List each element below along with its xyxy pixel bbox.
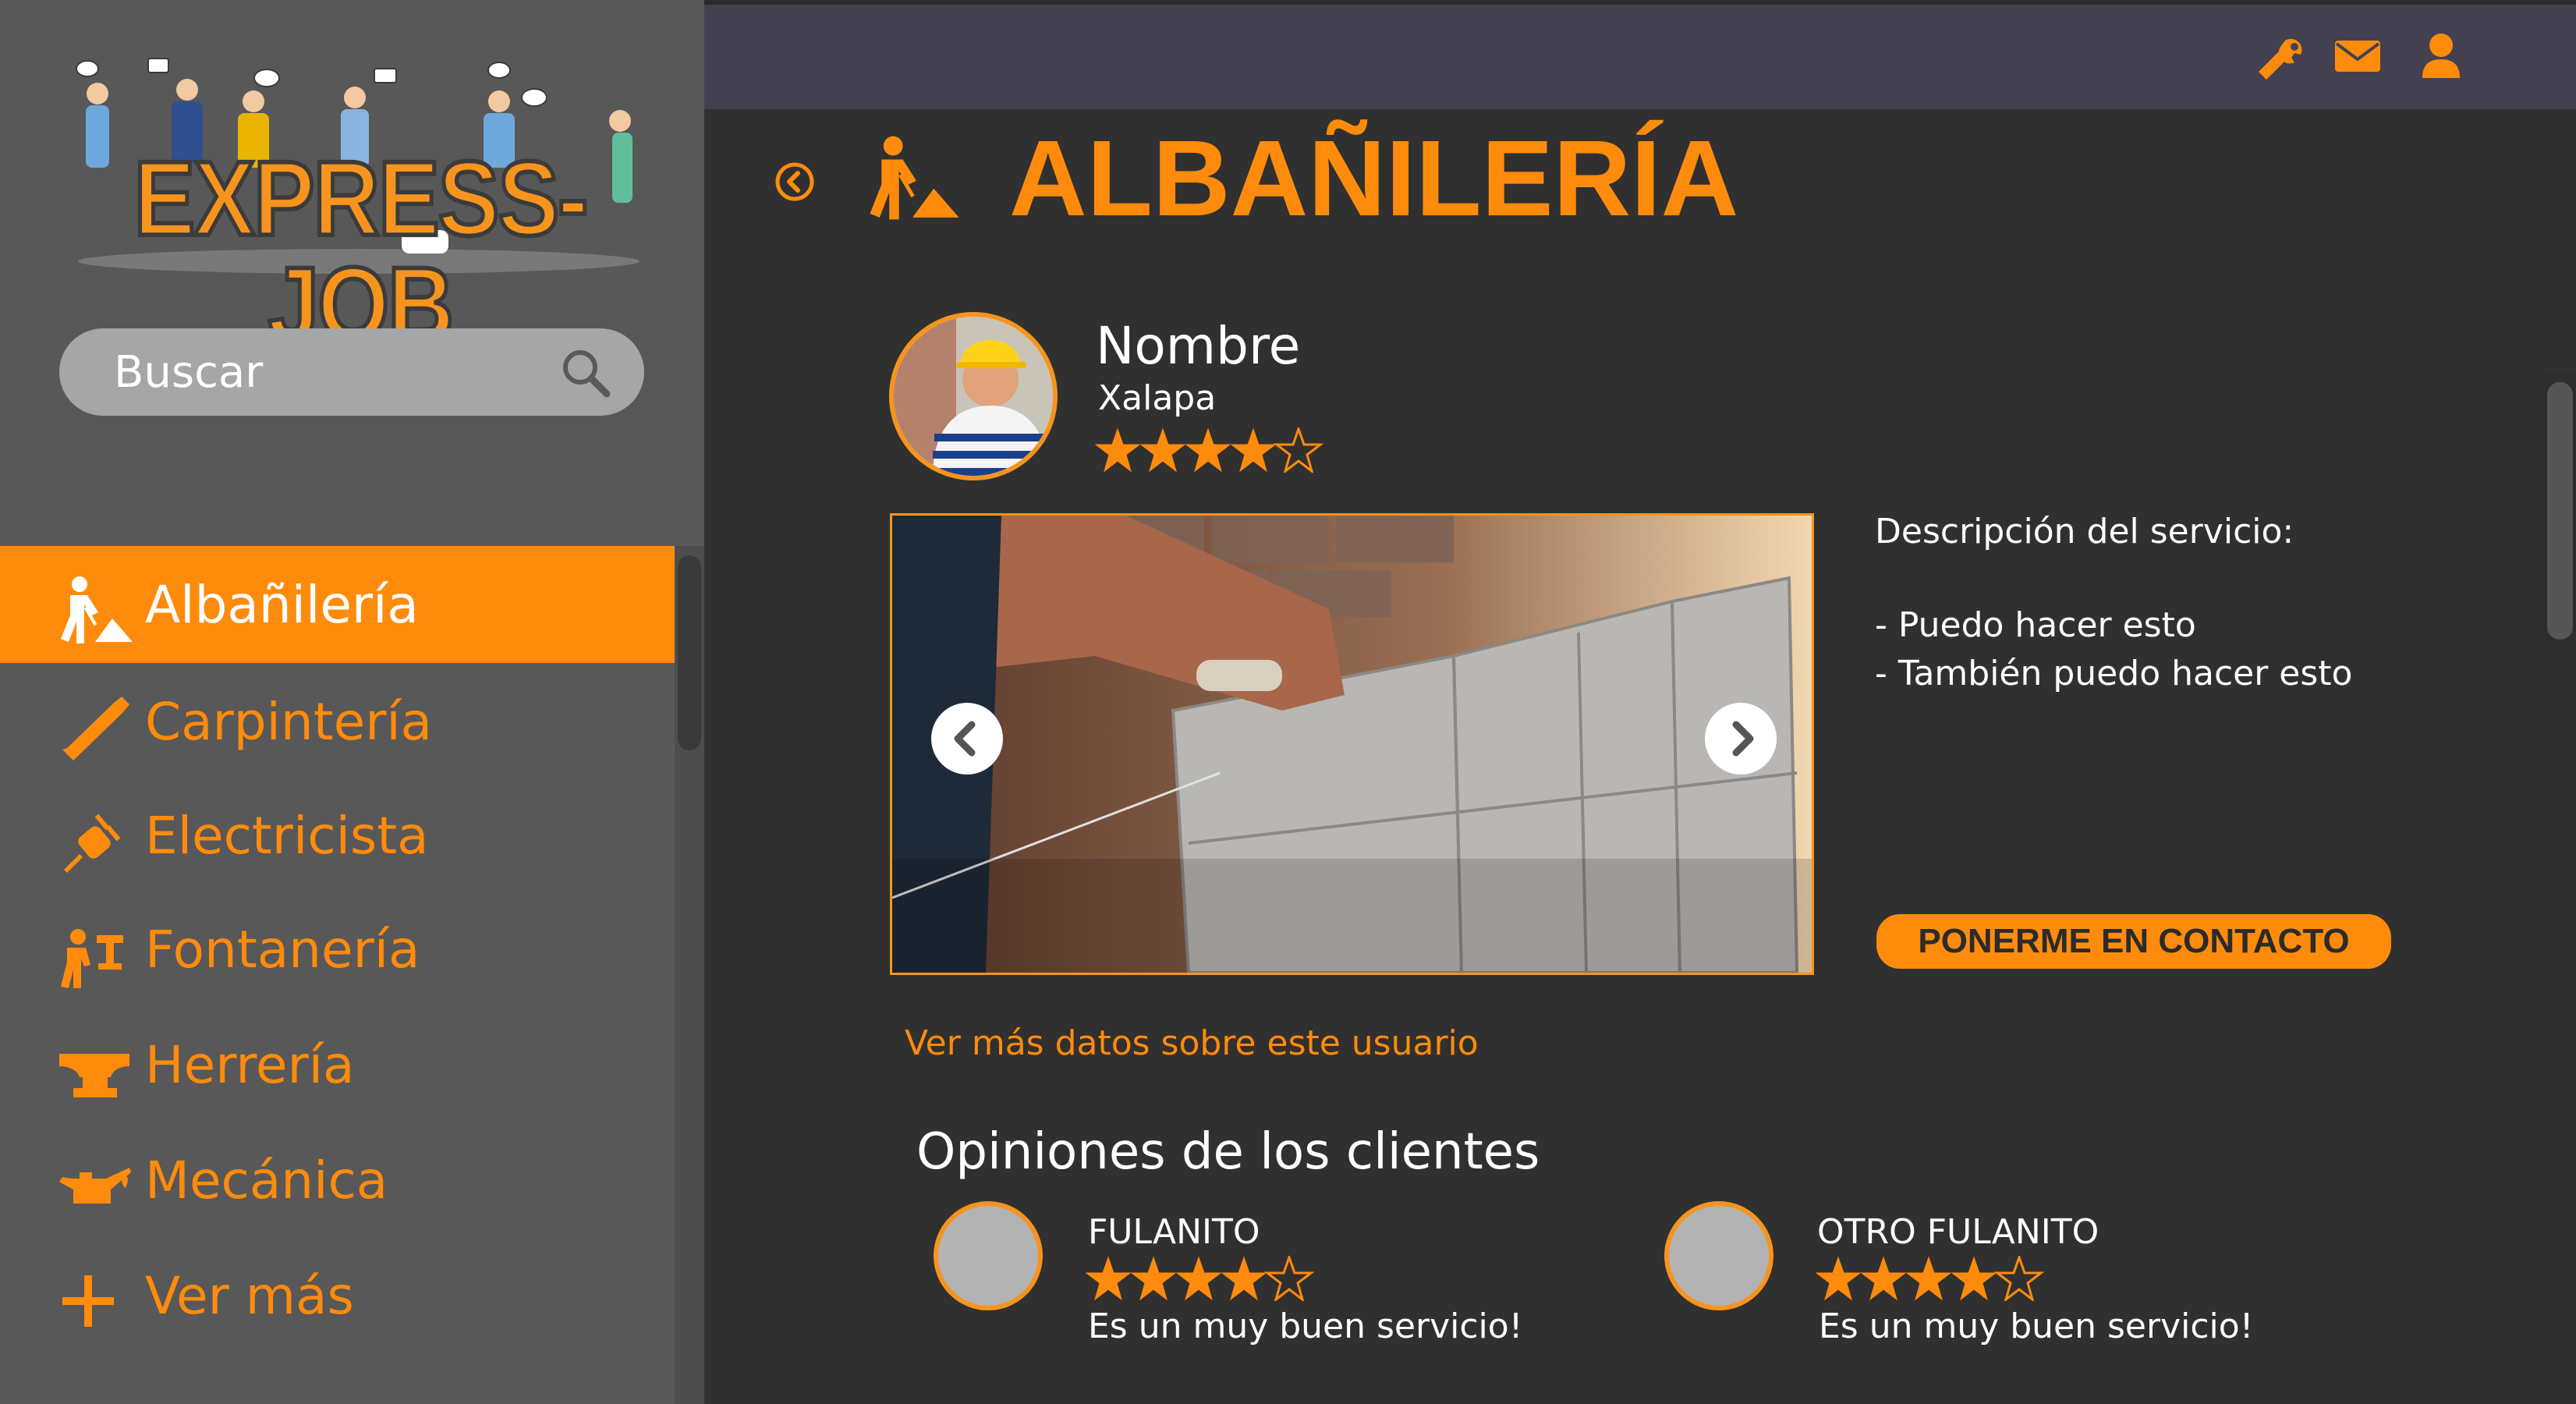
carousel-prev-button[interactable] [930, 701, 1005, 776]
provider-name: Nombre [1096, 316, 1301, 376]
reviewer-name: OTRO FULANITO [1817, 1212, 2099, 1252]
sidebar-item-electricista[interactable]: Electricista [0, 777, 675, 894]
star-filled-icon [1951, 1256, 1997, 1301]
handsaw-icon [56, 692, 134, 762]
sidebar-item-label: Albañilería [145, 574, 419, 635]
mason-worker-icon [864, 131, 961, 225]
sidebar-item-label: Carpintería [145, 691, 433, 752]
star-filled-icon [1816, 1256, 1862, 1301]
sidebar-item-fontaneria[interactable]: Fontanería [0, 891, 675, 1008]
carousel-next-button[interactable] [1703, 701, 1778, 776]
star-filled-icon [1130, 1256, 1177, 1301]
reviews-title: Opiniones de los clientes [916, 1123, 1540, 1181]
star-filled-icon [1095, 427, 1141, 473]
user-icon[interactable] [2418, 31, 2464, 80]
back-arrow-icon[interactable] [774, 161, 816, 203]
page-title: ALBAÑILERÍA [1009, 119, 1739, 239]
plumber-icon [56, 920, 134, 990]
search-input[interactable]: Buscar [59, 328, 644, 416]
provider-city: Xalapa [1098, 378, 1217, 418]
provider-avatar[interactable] [889, 312, 1058, 480]
star-filled-icon [1905, 1256, 1952, 1301]
sidebar-scrollbar-thumb[interactable] [678, 555, 701, 750]
star-filled-icon [1086, 1256, 1132, 1301]
star-empty-icon [1273, 427, 1324, 473]
reviewer-avatar [934, 1201, 1043, 1310]
search-icon[interactable] [558, 346, 613, 400]
electric-plug-icon [56, 806, 134, 876]
sidebar-item-label: Herrería [145, 1034, 355, 1095]
search-placeholder: Buscar [114, 346, 264, 398]
service-photo [890, 513, 1814, 975]
sidebar-item-label: Ver más [145, 1265, 354, 1326]
more-user-info-link[interactable]: Ver más datos sobre este usuario [905, 1023, 1479, 1063]
review-text: Es un muy buen servicio! [1088, 1306, 1523, 1346]
service-description-line: - También puedo hacer esto [1875, 654, 2353, 693]
reviewer-avatar [1664, 1201, 1773, 1310]
service-description-line: - Puedo hacer esto [1875, 605, 2196, 645]
star-filled-icon [1860, 1256, 1907, 1301]
star-filled-icon [1230, 427, 1277, 473]
star-empty-icon [1993, 1256, 2045, 1301]
star-filled-icon [1139, 427, 1186, 473]
star-filled-icon [1185, 427, 1231, 473]
reviewer-name: FULANITO [1088, 1212, 1260, 1252]
oil-can-icon [56, 1150, 134, 1221]
sidebar-item-albanileria[interactable]: Albañilería [0, 546, 675, 663]
review-rating [1086, 1256, 1320, 1301]
star-filled-icon [1175, 1256, 1222, 1301]
sidebar-item-label: Mecánica [145, 1150, 388, 1211]
sidebar-item-label: Fontanería [145, 919, 420, 980]
sidebar-item-herreria[interactable]: Herrería [0, 1006, 675, 1123]
review-text: Es un muy buen servicio! [1819, 1306, 2254, 1346]
mason-worker-icon [56, 575, 134, 645]
anvil-icon [56, 1035, 134, 1105]
plus-icon [56, 1266, 134, 1336]
star-empty-icon [1263, 1256, 1315, 1301]
review-rating [1816, 1256, 2050, 1301]
tools-icon[interactable] [2254, 33, 2308, 83]
logo-text: EXPRESS-JOB [132, 140, 590, 364]
service-description-title: Descripción del servicio: [1875, 512, 2294, 551]
star-filled-icon [1221, 1256, 1267, 1301]
mail-icon[interactable] [2333, 39, 2382, 73]
provider-rating [1095, 427, 1329, 473]
sidebar-item-mecanica[interactable]: Mecánica [0, 1122, 675, 1239]
main-scrollbar-thumb[interactable] [2547, 382, 2573, 640]
sidebar-item-ver-mas[interactable]: Ver más [0, 1237, 675, 1354]
contact-button[interactable]: PONERME EN CONTACTO [1876, 914, 2391, 969]
sidebar-item-label: Electricista [145, 805, 429, 866]
sidebar-item-carpinteria[interactable]: Carpintería [0, 663, 675, 780]
